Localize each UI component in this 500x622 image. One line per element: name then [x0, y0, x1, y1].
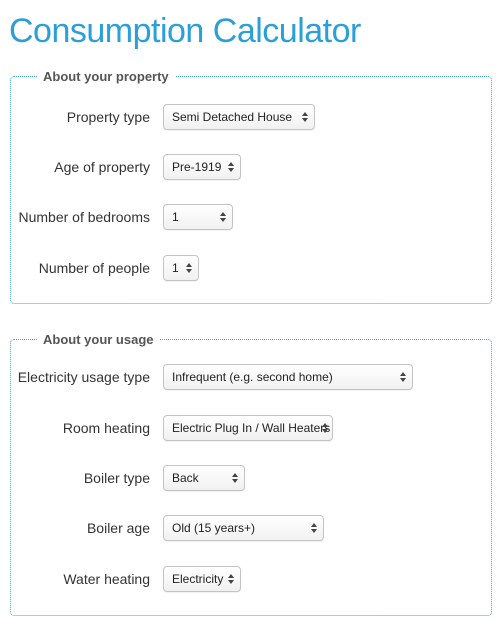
boiler-type-select[interactable]: Back	[163, 465, 245, 491]
water-heating-value: Electricity	[172, 572, 224, 586]
age-of-property-label: Age of property	[54, 159, 150, 175]
usage-legend: About your usage	[37, 331, 160, 348]
property-type-value: Semi Detached House	[172, 110, 293, 124]
boiler-age-label: Boiler age	[86, 520, 150, 536]
property-fieldset: About your property Property type Semi D…	[10, 68, 492, 304]
age-of-property-select[interactable]: Pre-1919	[163, 154, 241, 180]
number-of-bedrooms-label: Number of bedrooms	[18, 209, 150, 225]
number-of-bedrooms-row: Number of bedrooms 1	[11, 204, 491, 230]
number-of-people-value: 1	[172, 261, 179, 275]
age-of-property-value: Pre-1919	[172, 160, 222, 174]
boiler-age-row: Boiler age Old (15 years+)	[11, 515, 491, 541]
boiler-age-value: Old (15 years+)	[172, 521, 256, 535]
select-arrows-icon	[228, 574, 235, 584]
number-of-people-row: Number of people 1	[11, 255, 491, 281]
boiler-type-value: Back	[172, 471, 199, 485]
water-heating-label: Water heating	[63, 571, 150, 587]
select-arrows-icon	[311, 523, 318, 533]
select-arrows-icon	[186, 263, 193, 273]
room-heating-row: Room heating Electric Plug In / Wall Hea…	[11, 415, 491, 441]
usage-fieldset: About your usage Electricity usage type …	[10, 331, 492, 616]
number-of-people-select[interactable]: 1	[163, 255, 199, 281]
room-heating-select[interactable]: Electric Plug In / Wall Heaters	[163, 415, 333, 441]
boiler-type-row: Boiler type Back	[11, 465, 491, 491]
property-type-label: Property type	[66, 109, 150, 125]
number-of-bedrooms-select[interactable]: 1	[163, 204, 233, 230]
number-of-bedrooms-value: 1	[172, 210, 179, 224]
select-arrows-icon	[228, 162, 235, 172]
electricity-usage-type-row: Electricity usage type Infrequent (e.g. …	[11, 364, 491, 390]
select-arrows-icon	[322, 423, 329, 433]
electricity-usage-type-value: Infrequent (e.g. second home)	[172, 370, 333, 384]
electricity-usage-type-select[interactable]: Infrequent (e.g. second home)	[163, 364, 413, 390]
boiler-age-select[interactable]: Old (15 years+)	[163, 515, 324, 541]
room-heating-label: Room heating	[62, 420, 150, 436]
select-arrows-icon	[400, 372, 407, 382]
property-type-select[interactable]: Semi Detached House	[163, 104, 315, 130]
water-heating-row: Water heating Electricity	[11, 566, 491, 592]
select-arrows-icon	[220, 212, 227, 222]
select-arrows-icon	[232, 473, 239, 483]
age-of-property-row: Age of property Pre-1919	[11, 154, 491, 180]
page-title: Consumption Calculator	[9, 12, 361, 50]
number-of-people-label: Number of people	[38, 260, 150, 276]
property-legend: About your property	[37, 68, 175, 85]
select-arrows-icon	[302, 112, 309, 122]
room-heating-value: Electric Plug In / Wall Heaters	[172, 421, 331, 435]
water-heating-select[interactable]: Electricity	[163, 566, 241, 592]
property-type-row: Property type Semi Detached House	[11, 104, 491, 130]
boiler-type-label: Boiler type	[83, 470, 150, 486]
electricity-usage-type-label: Electricity usage type	[17, 369, 150, 385]
